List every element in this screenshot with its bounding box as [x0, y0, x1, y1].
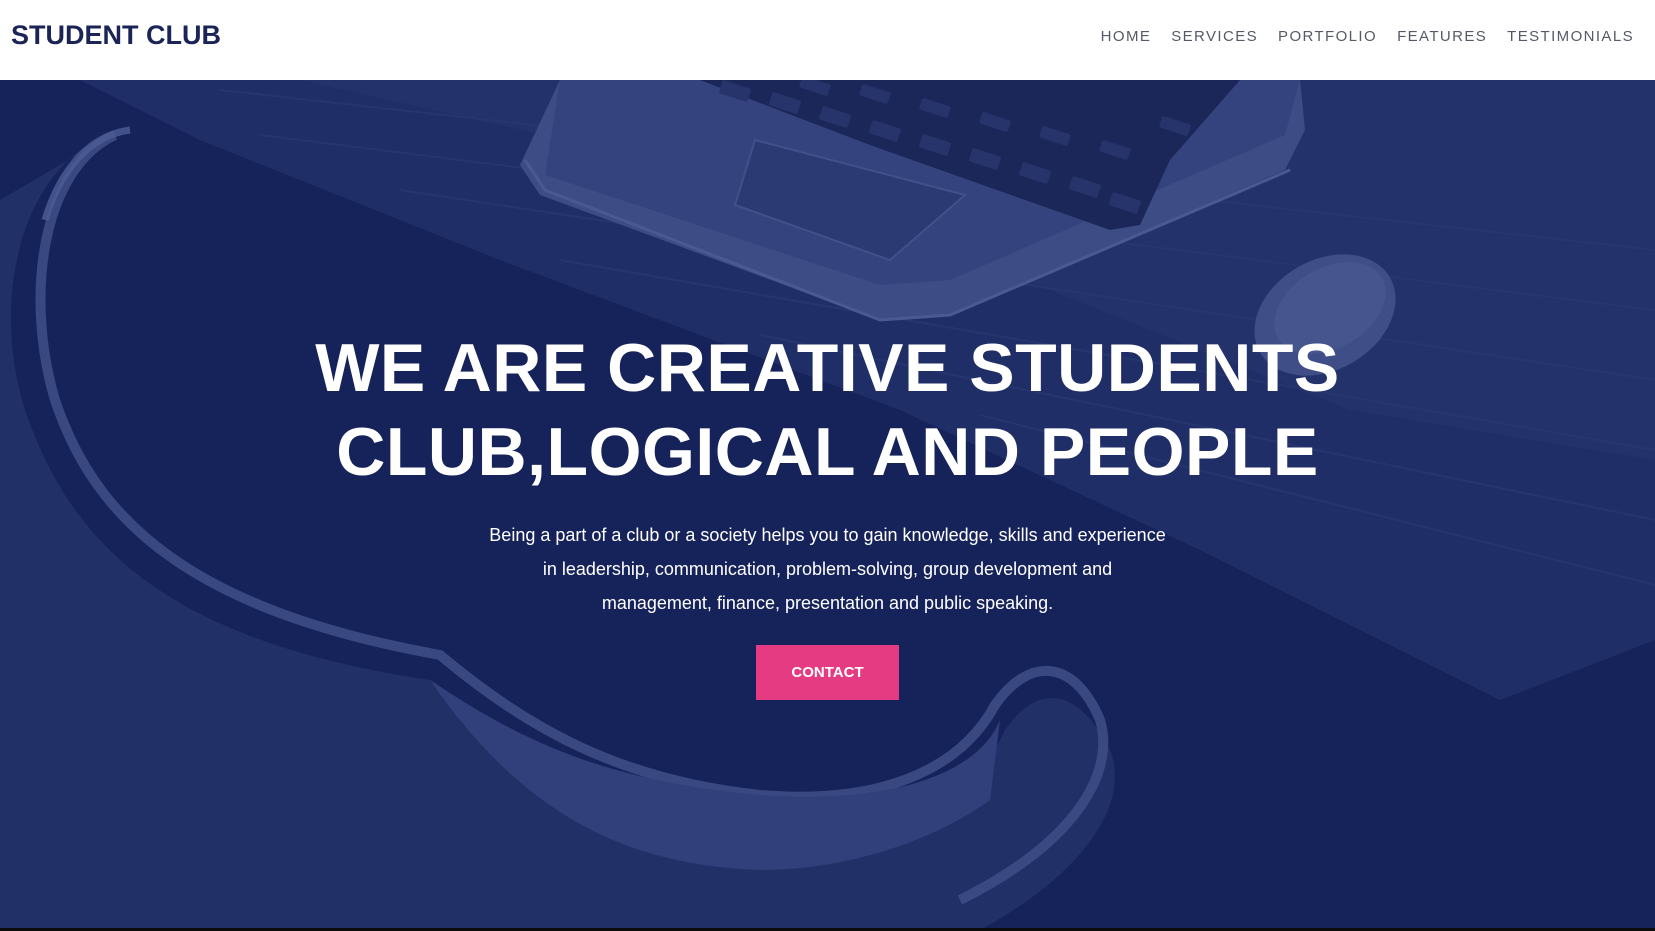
- hero-content: WE ARE CREATIVE STUDENTS CLUB,LOGICAL AN…: [0, 80, 1655, 930]
- contact-button[interactable]: CONTACT: [756, 645, 899, 700]
- hero-section: WE ARE CREATIVE STUDENTS CLUB,LOGICAL AN…: [0, 80, 1655, 930]
- page: STUDENT CLUB HOME SERVICES PORTFOLIO FEA…: [0, 0, 1655, 931]
- nav-home[interactable]: HOME: [1101, 28, 1152, 45]
- brand-logo[interactable]: STUDENT CLUB: [11, 20, 221, 51]
- hero-description-line-1: Being a part of a club or a society help…: [489, 525, 1166, 545]
- nav-services[interactable]: SERVICES: [1171, 28, 1258, 45]
- nav-portfolio[interactable]: PORTFOLIO: [1278, 28, 1377, 45]
- hero-title-line-2: CLUB,LOGICAL AND PEOPLE: [336, 414, 1319, 490]
- nav-features[interactable]: FEATURES: [1397, 28, 1487, 45]
- hero-title: WE ARE CREATIVE STUDENTS CLUB,LOGICAL AN…: [0, 326, 1655, 494]
- hero-description-line-2: in leadership, communication, problem-so…: [542, 559, 1113, 579]
- nav-menu: HOME SERVICES PORTFOLIO FEATURES TESTIMO…: [1081, 28, 1634, 45]
- hero-description-line-3: management, finance, presentation and pu…: [601, 593, 1054, 613]
- hero-description: Being a part of a club or a society help…: [470, 518, 1185, 620]
- hero-title-line-1: WE ARE CREATIVE STUDENTS: [315, 330, 1340, 406]
- navbar: STUDENT CLUB HOME SERVICES PORTFOLIO FEA…: [0, 0, 1655, 80]
- nav-testimonials[interactable]: TESTIMONIALS: [1507, 28, 1634, 45]
